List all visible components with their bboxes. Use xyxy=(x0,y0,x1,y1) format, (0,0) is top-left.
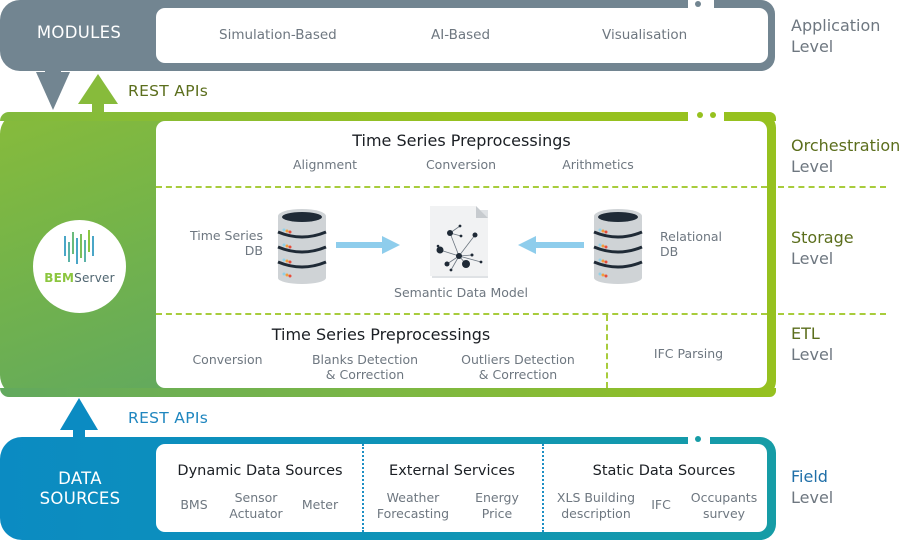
etl-blanks-detection: Blanks Detection & Correction xyxy=(311,352,419,382)
storage-divider xyxy=(156,313,767,315)
orchestration-alignment: Alignment xyxy=(292,157,358,172)
arrow-up-icon xyxy=(78,74,118,104)
orchestration-arithmetics: Arithmetics xyxy=(562,157,634,172)
field-divider-2 xyxy=(542,444,544,532)
etl-outliers-detection: Outliers Detection & Correction xyxy=(461,352,575,382)
rest-apis-top: REST APIs xyxy=(128,82,209,100)
bemserver-logo-icon xyxy=(64,230,94,264)
source-meter: Meter xyxy=(301,497,339,512)
arrow-left-icon xyxy=(518,236,584,254)
source-sensor-actuator: Sensor Actuator xyxy=(229,490,283,521)
arrow-up-icon xyxy=(60,398,98,430)
module-simulation-based: Simulation-Based xyxy=(219,27,337,43)
etl-ifc-parsing: IFC Parsing xyxy=(653,346,724,361)
level-sub-application: Level xyxy=(791,37,834,56)
level-name-storage: Storage xyxy=(791,228,854,247)
relational-db-icon xyxy=(593,209,643,284)
level-sub-etl: Level xyxy=(791,345,834,364)
level-name-etl: ETL xyxy=(791,324,820,343)
arrow-up-stem xyxy=(92,102,104,112)
level-sub-orchestration: Level xyxy=(791,157,834,176)
arrow-down-icon xyxy=(36,72,70,110)
source-xls-building: XLS Building description xyxy=(556,490,636,521)
bemserver-logo-text: BEMServer xyxy=(33,271,126,285)
source-ifc: IFC xyxy=(651,497,671,512)
level-name-application: Application xyxy=(791,16,881,35)
static-data-sources-title: Static Data Sources xyxy=(592,463,736,479)
logo-prefix: BEM xyxy=(44,271,75,285)
source-bms: BMS xyxy=(180,497,208,512)
band-dot xyxy=(710,112,716,118)
module-ai-based: AI-Based xyxy=(431,27,491,43)
core-band-top xyxy=(0,112,776,121)
api-arrow-up-field xyxy=(60,398,98,438)
modules-label: MODULES xyxy=(36,23,122,42)
timeseries-db-icon xyxy=(277,209,327,284)
source-occupants-survey: Occupants survey xyxy=(690,490,758,521)
etl-vertical-divider xyxy=(606,315,608,388)
data-sources-label: DATA SOURCES xyxy=(39,469,121,508)
arrow-down-stem xyxy=(45,70,61,76)
level-name-orchestration: Orchestration xyxy=(791,136,901,155)
rest-apis-bottom: REST APIs xyxy=(128,409,209,427)
logo-suffix: Server xyxy=(74,271,115,285)
etl-conversion: Conversion xyxy=(192,352,263,367)
arrow-right-icon xyxy=(336,236,400,254)
level-sub-storage: Level xyxy=(791,249,834,268)
source-weather-forecasting: Weather Forecasting xyxy=(376,490,450,521)
orchestration-divider xyxy=(156,186,767,188)
level-sub-field: Level xyxy=(791,488,834,507)
dynamic-data-sources-title: Dynamic Data Sources xyxy=(177,463,343,479)
orchestration-title: Time Series Preprocessings xyxy=(352,131,571,150)
band-dot xyxy=(695,1,701,7)
semantic-data-model-label: Semantic Data Model xyxy=(394,285,528,300)
band-dot xyxy=(697,112,703,118)
orchestration-conversion: Conversion xyxy=(425,157,497,172)
core-band-bottom xyxy=(0,388,776,397)
band-dot xyxy=(695,436,701,442)
source-energy-price: Energy Price xyxy=(475,490,519,521)
external-services-title: External Services xyxy=(389,463,515,479)
timeseries-db-label: Time Series DB xyxy=(189,228,263,258)
semantic-data-model-icon xyxy=(430,206,488,278)
orchestration-divider-right xyxy=(778,186,886,188)
band-gap xyxy=(688,0,714,8)
level-name-field: Field xyxy=(791,467,828,486)
storage-divider-right xyxy=(778,313,886,315)
field-divider-1 xyxy=(362,444,364,532)
api-arrows xyxy=(36,70,118,112)
relational-db-label: Relational DB xyxy=(660,229,723,259)
module-visualisation: Visualisation xyxy=(602,27,688,43)
etl-title: Time Series Preprocessings xyxy=(271,325,491,344)
